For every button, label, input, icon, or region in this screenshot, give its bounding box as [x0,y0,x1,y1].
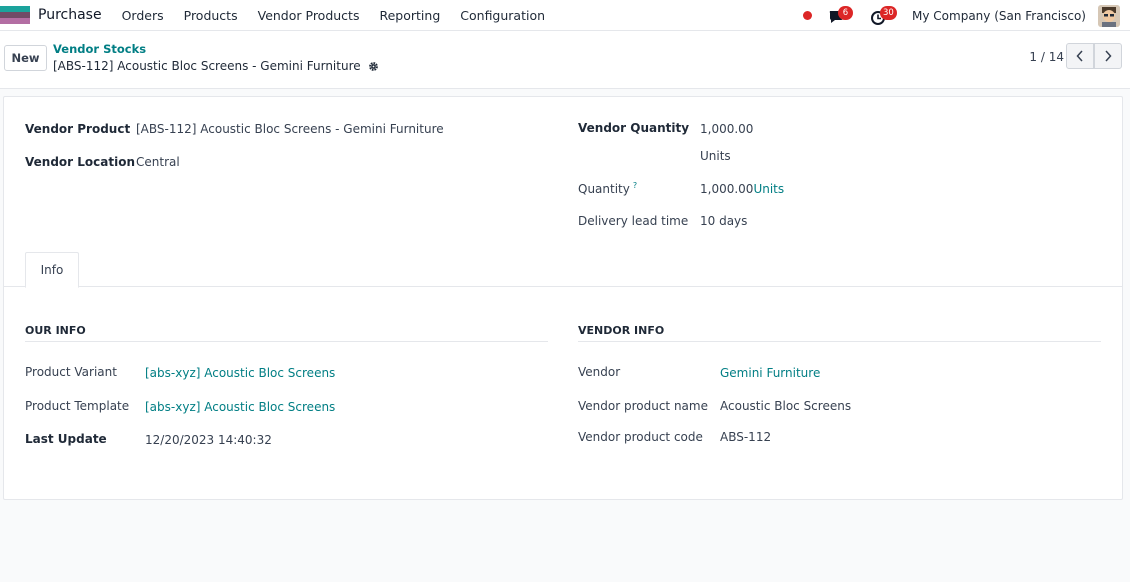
form-sheet: Vendor Product [ABS-112] Acoustic Bloc S… [3,96,1123,500]
new-button[interactable]: New [4,45,47,71]
quantity-label: Quantity? [578,181,637,196]
app-name[interactable]: Purchase [38,7,102,23]
control-panel: New Vendor Stocks [ABS-112] Acoustic Blo… [0,31,1130,89]
vendor-location-label: Vendor Location [25,155,135,169]
vendor-info-divider [578,341,1101,342]
breadcrumb-vendor-stocks[interactable]: Vendor Stocks [53,42,146,56]
record-dot-icon[interactable] [803,11,813,20]
app-icon[interactable] [0,6,30,24]
vendor-product-name-field[interactable]: Acoustic Bloc Screens [720,399,851,413]
product-variant-label: Product Variant [25,365,117,379]
vendor-quantity-field[interactable]: 1,000.00 [700,122,753,136]
pager-previous-button[interactable] [1066,43,1094,69]
quantity-label-text: Quantity [578,182,630,196]
messages-button[interactable]: 6 [828,5,854,26]
product-template-link[interactable]: [abs-xyz] Acoustic Bloc Screens [145,400,335,414]
tab-info[interactable]: Info [25,252,79,288]
lead-time-label: Delivery lead time [578,214,689,228]
gear-icon[interactable] [368,61,379,72]
record-title: [ABS-112] Acoustic Bloc Screens - Gemini… [53,59,379,73]
chevron-right-icon [1105,50,1112,62]
our-info-divider [25,341,548,342]
vendor-location-field[interactable]: Central [136,155,180,169]
menu-reporting[interactable]: Reporting [379,8,440,23]
menu-products[interactable]: Products [184,8,238,23]
vendor-label: Vendor [578,365,621,379]
vendor-link[interactable]: Gemini Furniture [720,366,820,380]
vendor-quantity-uom[interactable]: Units [700,149,731,163]
record-title-text: [ABS-112] Acoustic Bloc Screens - Gemini… [53,59,361,73]
last-update-label: Last Update [25,432,107,446]
product-variant-link[interactable]: [abs-xyz] Acoustic Bloc Screens [145,366,335,380]
company-switcher[interactable]: My Company (San Francisco) [912,9,1086,23]
product-template-label: Product Template [25,399,130,413]
quantity-field: 1,000.00Units [700,182,784,196]
activities-badge: 30 [880,5,897,20]
avatar-image [1098,4,1120,27]
quantity-uom-link[interactable]: Units [753,182,784,196]
lead-time-field[interactable]: 10 days [700,214,747,228]
pager-next-button[interactable] [1094,43,1122,69]
vendor-product-name-label: Vendor product name [578,399,708,413]
messages-badge: 6 [838,5,854,20]
vendor-info-heading: VENDOR INFO [578,324,665,337]
quantity-help-icon[interactable]: ? [633,181,637,190]
chevron-left-icon [1076,50,1083,62]
vendor-product-code-field[interactable]: ABS-112 [720,430,771,444]
vendor-product-label: Vendor Product [25,122,131,136]
quantity-value: 1,000.00 [700,182,754,196]
vendor-product-field[interactable]: [ABS-112] Acoustic Bloc Screens - Gemini… [136,122,444,136]
menu-configuration[interactable]: Configuration [460,8,545,23]
activities-button[interactable]: 30 [870,5,897,26]
avatar[interactable] [1098,4,1120,27]
pager-value[interactable]: 1 / 14 [1029,50,1064,64]
vendor-quantity-label: Vendor Quantity [578,121,690,135]
last-update-value: 12/20/2023 14:40:32 [145,433,272,447]
menu-orders[interactable]: Orders [122,8,164,23]
vendor-product-code-label: Vendor product code [578,430,703,444]
menu-vendor-products[interactable]: Vendor Products [258,8,360,23]
our-info-heading: OUR INFO [25,324,86,337]
top-navbar: Purchase Orders Products Vendor Products… [0,0,1130,31]
navbar-systray: 6 30 My Company (San Francisco) [803,0,1130,31]
tab-bar-divider [4,286,1122,287]
